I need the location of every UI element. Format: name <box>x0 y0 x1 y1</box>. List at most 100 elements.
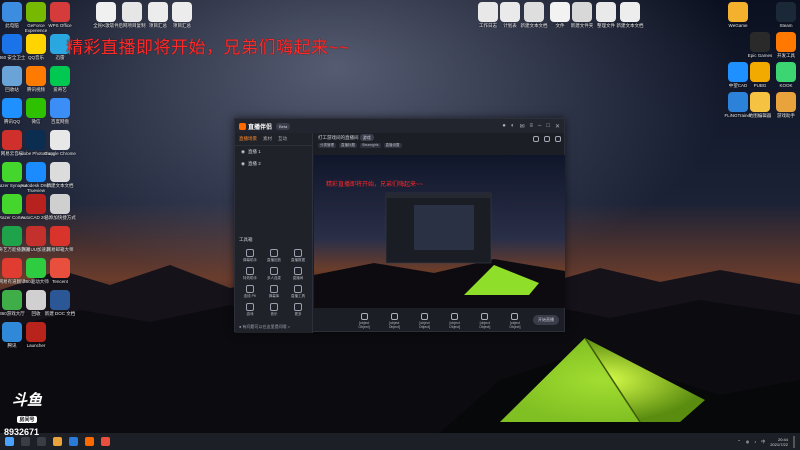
search-icon[interactable] <box>21 437 30 446</box>
pip-icon <box>451 313 459 320</box>
douyu-taskbar-icon[interactable] <box>101 437 110 446</box>
shortcut-label: 新建文本文档 <box>616 23 644 28</box>
desktop-shortcut[interactable]: 已添加快捷方式 <box>40 194 80 220</box>
tag-item[interactable]: 分类管理 <box>318 143 336 148</box>
desktop-shortcut[interactable]: 网易邮箱大师 <box>40 226 80 252</box>
desktop-shortcut[interactable]: Tencent <box>40 258 80 284</box>
desktop-shortcut[interactable]: 项目汇总 <box>162 2 202 28</box>
desktop-shortcut[interactable]: 新建 DOC 文档 <box>40 290 80 316</box>
task-view-icon[interactable] <box>37 437 46 446</box>
tool-label: 直播回放 <box>267 258 281 262</box>
avatar-icon[interactable]: ● <box>502 123 506 130</box>
desktop-shortcut[interactable]: 开发工具 <box>766 32 800 58</box>
tool-item[interactable]: 直播工具 <box>287 285 309 299</box>
speaker-icon <box>511 313 519 320</box>
desktop-shortcut[interactable]: WeGame <box>718 2 758 28</box>
system-tray: ⌃ ◍ ♪ 中 20:44 2021/7/22 <box>737 435 795 448</box>
room-header: 打工游戏间的直播间 游戏 分类管理 直播标题 Steamgirls 直播设置 <box>314 133 565 149</box>
shortcut-icon <box>50 290 70 310</box>
tool-item[interactable]: 弹幕库 <box>263 285 285 299</box>
window-controls: ● ◐ ✉ ≡ – □ ✕ <box>502 123 560 130</box>
tag-item[interactable]: 直播标题 <box>339 143 357 148</box>
desktop-shortcut[interactable]: Google Chrome <box>40 130 80 156</box>
shortcut-label: Google Chrome <box>44 151 76 156</box>
category-chip[interactable]: 游戏 <box>359 134 374 141</box>
scene-item[interactable]: ◉ 直播 1 <box>235 146 312 158</box>
shortcut-icon <box>50 194 70 214</box>
stream-preview[interactable]: 精彩直播即将开始，兄弟们嗨起来~~ <box>314 155 565 308</box>
clock[interactable]: 20:44 2021/7/22 <box>770 437 788 447</box>
toolbox-grid: 弹幕助手 直播回放 直播数据特效助手 多人连麦 直播间连线 PK 弹幕库 直播工具游戏 音乐 更… <box>239 249 309 317</box>
maximize-icon[interactable]: □ <box>546 123 550 130</box>
desktop-shortcut[interactable]: 爱奇艺 <box>40 66 80 92</box>
shortcut-icon <box>26 322 46 342</box>
pip-label: [object Object] <box>449 321 461 329</box>
message-icon[interactable]: ✉ <box>519 123 524 130</box>
mic-label: [object Object] <box>479 321 491 329</box>
tag-item[interactable]: Steamgirls <box>360 143 381 148</box>
desktop-shortcut[interactable]: Steam <box>766 2 800 28</box>
tool-item[interactable]: 直播回放 <box>263 249 285 263</box>
tool-item[interactable]: 连线 PK <box>239 285 261 299</box>
speaker-button[interactable]: [object Object] <box>505 313 525 329</box>
tag-item[interactable]: 直播设置 <box>383 143 402 148</box>
shortcut-label: 开发工具 <box>777 53 795 58</box>
help-footer[interactable]: ● 有问题可以在这里提问哦 > <box>239 324 290 330</box>
desktop-shortcut[interactable]: 新建文本文档 <box>40 162 80 188</box>
taskbar: ⌃ ◍ ♪ 中 20:44 2021/7/22 <box>0 433 800 450</box>
skin-icon[interactable]: ◐ <box>511 123 515 130</box>
tool-item[interactable]: 直播数据 <box>287 249 309 263</box>
tab-assets[interactable]: 素材 <box>263 136 272 142</box>
tool-label: 游戏 <box>246 312 254 316</box>
settings-button[interactable]: [object Object] <box>414 313 434 329</box>
start-button[interactable] <box>5 437 14 446</box>
minimize-icon[interactable]: – <box>538 123 541 130</box>
input-language[interactable]: 中 <box>761 439 765 445</box>
tab-scenes[interactable]: 直播场景 <box>239 136 257 142</box>
desktop-shortcut[interactable]: 百度网盘 <box>40 98 80 124</box>
shortcut-label: 项目汇总 <box>173 23 191 28</box>
pip-button[interactable]: [object Object] <box>445 313 465 329</box>
network-icon[interactable]: ◍ <box>746 439 750 444</box>
eye-icon[interactable]: ◉ <box>241 149 245 155</box>
tray-chevron-icon[interactable]: ⌃ <box>737 439 740 444</box>
tool-item[interactable]: 更多 <box>287 303 309 317</box>
shortcut-label: 新建文本文档 <box>46 183 74 188</box>
scene-item[interactable]: ◉ 直播 2 <box>235 158 312 170</box>
file-explorer-icon[interactable] <box>53 437 62 446</box>
streaming-app-taskbar-icon[interactable] <box>85 437 94 446</box>
tool-item[interactable]: 音乐 <box>263 303 285 317</box>
desktop-shortcut[interactable]: Launcher <box>16 322 56 348</box>
tool-item[interactable]: 直播间 <box>287 267 309 281</box>
shortcut-icon <box>50 162 70 182</box>
edge-icon[interactable] <box>69 437 78 446</box>
desktop-shortcut[interactable]: KOOK <box>766 62 800 88</box>
tool-item[interactable]: 游戏 <box>239 303 261 317</box>
mic-button[interactable]: [object Object] <box>475 313 495 329</box>
camera-button[interactable]: [object Object] <box>384 313 404 329</box>
menu-icon[interactable]: ≡ <box>529 123 533 130</box>
main-panel: 打工游戏间的直播间 游戏 分类管理 直播标题 Steamgirls 直播设置 精… <box>314 133 565 333</box>
douyu-logo: 斗鱼 <box>11 392 42 409</box>
desktop-shortcut[interactable]: 游戏助手 <box>766 92 800 118</box>
shortcut-label: 新建 DOC 文档 <box>44 311 76 316</box>
desktop-shortcut[interactable]: 新建文本文档 <box>610 2 650 28</box>
tool-icon <box>270 267 278 275</box>
tool-label: 多人连麦 <box>267 276 281 280</box>
desktop-shortcut[interactable]: WPS Office <box>40 2 80 28</box>
share-icon[interactable] <box>533 136 539 142</box>
version-chip[interactable]: Beta <box>276 122 291 130</box>
close-icon[interactable]: ✕ <box>555 123 560 130</box>
tool-item[interactable]: 特效助手 <box>239 267 261 281</box>
room-button[interactable]: [object Object] <box>354 313 374 329</box>
tool-item[interactable]: 弹幕助手 <box>239 249 261 263</box>
settings-icon[interactable] <box>544 136 550 142</box>
go-live-button[interactable]: 开始直播 <box>533 315 559 325</box>
tool-label: 音乐 <box>270 312 278 316</box>
volume-icon[interactable]: ♪ <box>754 439 756 444</box>
eye-icon[interactable]: ◉ <box>241 161 245 167</box>
fullscreen-icon[interactable] <box>555 136 561 142</box>
tab-interaction[interactable]: 互动 <box>278 136 287 142</box>
show-desktop-button[interactable] <box>793 435 795 448</box>
tool-item[interactable]: 多人连麦 <box>263 267 285 281</box>
